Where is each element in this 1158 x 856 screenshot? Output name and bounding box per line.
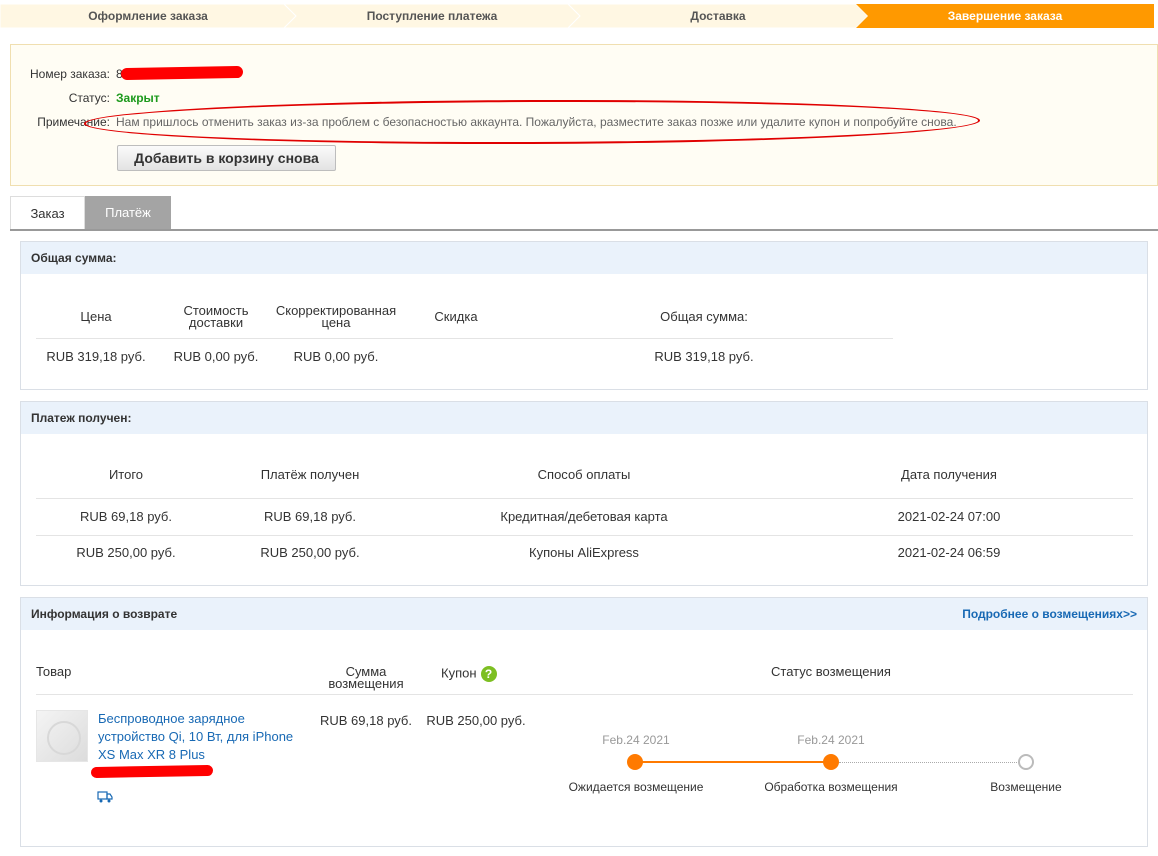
header-shipping: Стоимость доставки [183, 303, 249, 330]
step-label: Завершение заказа [947, 9, 1063, 23]
refund-amount-value: RUB 69,18 руб. [320, 713, 412, 728]
product-title-link[interactable]: Беспроводное зарядное устройство Qi, 10 … [98, 710, 308, 764]
divider [36, 694, 1133, 695]
payment-panel-title: Платеж получен: [21, 402, 1147, 434]
header-product: Товар [36, 664, 72, 679]
timeline-date: Feb.24 2021 [602, 733, 670, 747]
row-subtotal: RUB 250,00 руб. [76, 545, 176, 560]
timeline-dot-done [823, 754, 839, 770]
value-price: RUB 319,18 руб. [46, 349, 146, 364]
shipping-truck-icon[interactable] [97, 791, 113, 803]
divider [36, 338, 893, 339]
timeline-dot-pending [1018, 754, 1034, 770]
divider [36, 498, 1133, 499]
header-subtotal: Итого [108, 467, 144, 482]
refund-details-link[interactable]: Подробнее о возмещениях>> [962, 598, 1137, 630]
payment-received-panel: Платеж получен: Итого Платёж получен Спо… [20, 401, 1148, 586]
row-received: RUB 69,18 руб. [264, 509, 356, 524]
order-progress-steps: Оформление заказа Поступление платежа До… [0, 4, 1158, 28]
header-price: Цена [80, 309, 112, 324]
step-label: Доставка [690, 9, 746, 23]
value-total: RUB 319,18 руб. [654, 349, 754, 364]
header-coupon-label: Купон [441, 665, 477, 681]
step-complete: Завершение заказа [856, 4, 1154, 28]
product-thumbnail[interactable] [36, 710, 88, 762]
timeline-label: Обработка возмещения [764, 780, 898, 794]
redaction-scribble [90, 764, 214, 779]
row-date: 2021-02-24 07:00 [897, 509, 1001, 524]
step-checkout: Оформление заказа [0, 4, 296, 28]
value-adjusted: RUB 0,00 руб. [293, 349, 379, 364]
timeline-label: Ожидается возмещение [568, 780, 704, 794]
tab-order[interactable]: Заказ [10, 196, 85, 229]
step-label: Поступление платежа [366, 9, 498, 23]
order-number-label: Номер заказа: [29, 67, 110, 81]
header-refund-amount: Сумма возмещения [328, 664, 404, 691]
row-subtotal: RUB 69,18 руб. [80, 509, 172, 524]
question-icon[interactable]: ? [480, 666, 497, 682]
header-date: Дата получения [901, 467, 997, 482]
refund-info-panel: Информация о возврате Подробнее о возмещ… [20, 597, 1148, 847]
timeline-label: Возмещение [990, 780, 1062, 794]
total-panel-title: Общая сумма: [21, 242, 1147, 274]
header-discount: Скидка [434, 309, 478, 324]
divider [36, 535, 1133, 536]
order-status-label: Статус: [68, 91, 110, 105]
order-status-value: Закрыт [116, 91, 160, 105]
header-refund-status: Статус возмещения [771, 664, 891, 679]
redaction-scribble [120, 65, 244, 81]
value-shipping: RUB 0,00 руб. [173, 349, 259, 364]
step-payment: Поступление платежа [284, 4, 580, 28]
row-date: 2021-02-24 06:59 [897, 545, 1001, 560]
refund-panel-title: Информация о возврате [31, 607, 178, 621]
add-to-cart-again-button[interactable]: Добавить в корзину снова [117, 145, 336, 171]
step-label: Оформление заказа [88, 9, 208, 23]
step-delivery: Доставка [568, 4, 868, 28]
coupon-value: RUB 250,00 руб. [426, 713, 526, 728]
timeline-pending-line [839, 762, 1019, 763]
header-total: Общая сумма: [660, 309, 748, 324]
timeline-dot-done [627, 754, 643, 770]
header-adjusted-price: Скорректированная цена [275, 303, 397, 330]
timeline-progress-line [635, 761, 831, 763]
header-coupon: Купон? [441, 666, 531, 682]
charger-image [47, 721, 81, 755]
header-method: Способ оплаты [537, 467, 631, 482]
refund-panel-header: Информация о возврате Подробнее о возмещ… [21, 598, 1147, 630]
timeline-date: Feb.24 2021 [797, 733, 865, 747]
row-method: Купоны AliExpress [529, 545, 639, 560]
tab-bar: Заказ Платёж [10, 196, 1158, 231]
header-received: Платёж получен [260, 467, 360, 482]
row-received: RUB 250,00 руб. [260, 545, 360, 560]
row-method: Кредитная/дебетовая карта [500, 509, 668, 524]
tab-payment[interactable]: Платёж [85, 196, 171, 229]
total-panel: Общая сумма: Цена Стоимость доставки Ско… [20, 241, 1148, 390]
